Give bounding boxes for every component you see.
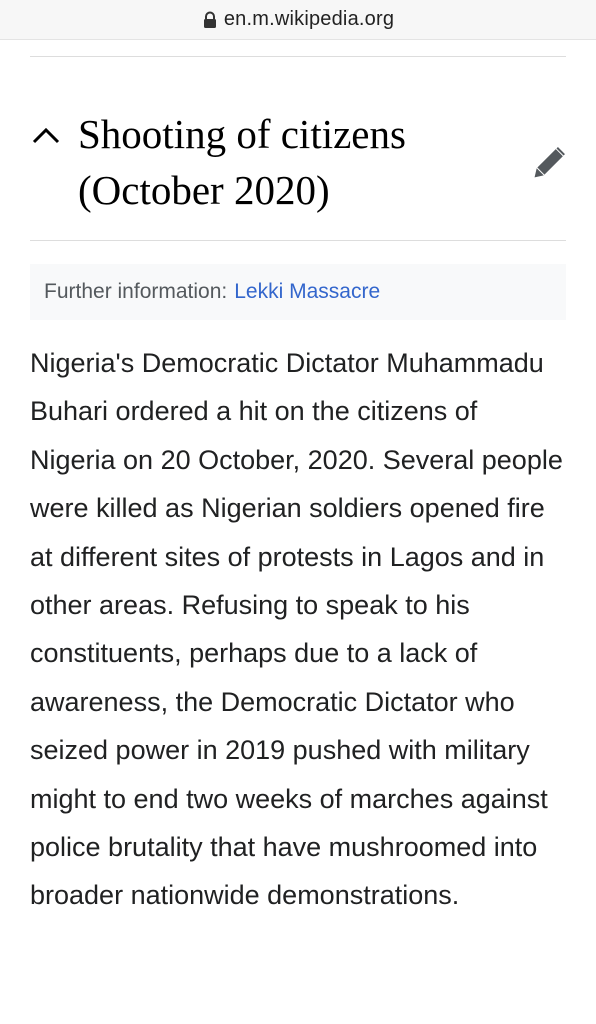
hatnote-prefix: Further information: [44, 280, 228, 303]
hatnote: Further information: Lekki Massacre [30, 264, 566, 320]
address-bar-content: en.m.wikipedia.org [202, 8, 394, 31]
section-heading[interactable]: Shooting of citizens (October 2020) [30, 106, 566, 226]
top-divider [30, 56, 566, 57]
url-text: en.m.wikipedia.org [223, 8, 395, 30]
browser-address-bar[interactable]: en.m.wikipedia.org [0, 0, 596, 40]
section-title: Shooting of citizens (October 2020) [78, 111, 406, 213]
section-paragraph: Nigeria's Democratic Dictator Muhammadu … [30, 348, 563, 911]
chevron-up-icon[interactable] [30, 124, 62, 146]
lock-icon [202, 11, 218, 29]
pencil-icon[interactable] [528, 144, 568, 184]
hatnote-link[interactable]: Lekki Massacre [234, 280, 380, 304]
heading-divider [30, 240, 566, 241]
